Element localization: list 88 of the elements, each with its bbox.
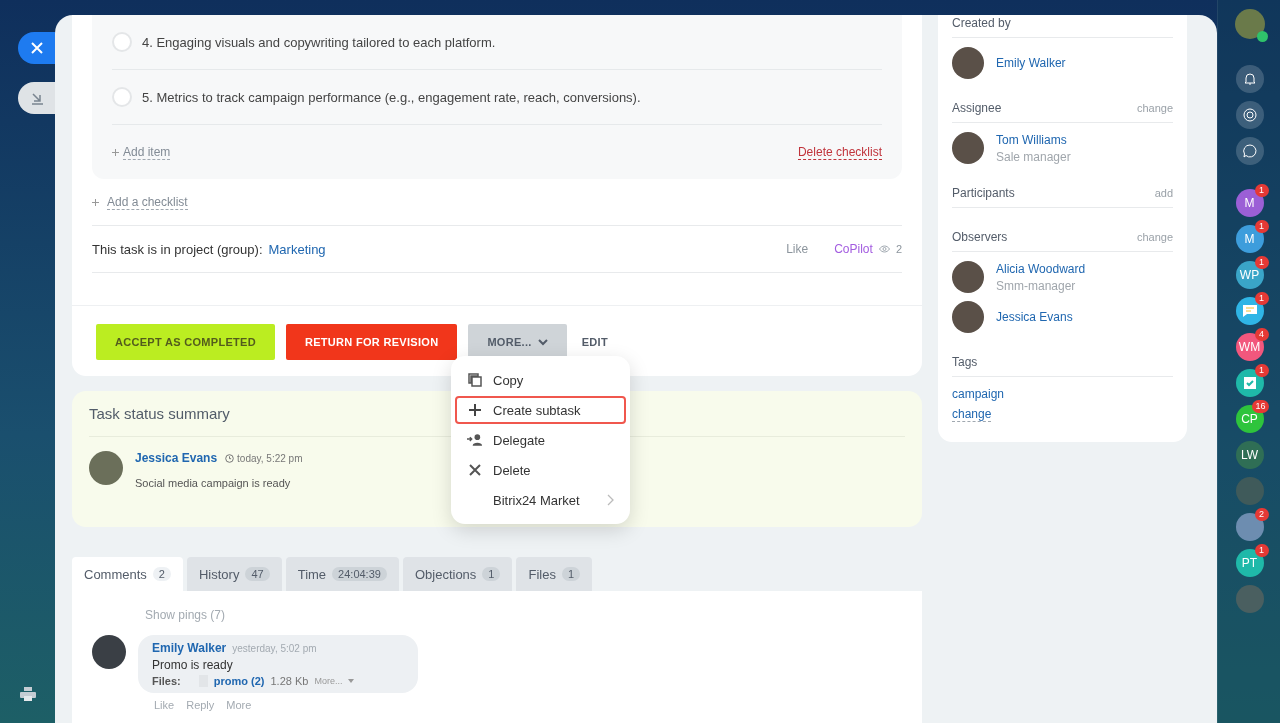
tab[interactable]: Comments 2 [72,557,183,591]
section-title: Tags [952,355,978,369]
comment-author[interactable]: Emily Walker [152,641,227,655]
avatar[interactable] [1235,513,1264,541]
tab-count: 24:04:39 [332,567,387,581]
return-button[interactable]: RETURN FOR REVISION [285,324,458,360]
checklist-checkbox[interactable] [112,32,132,52]
delete-checklist-link[interactable]: Delete checklist [797,144,882,160]
section-title: Created by [952,16,1011,30]
copilot-link[interactable]: CoPilot [834,242,873,256]
edit-button[interactable]: EDIT [577,324,612,360]
delegate-icon [467,433,483,447]
plus-icon [468,403,482,417]
summary-text: Social media campaign is ready [135,477,292,489]
eye-icon [878,245,890,253]
tab[interactable]: Files 1 [516,557,593,591]
close-button[interactable] [18,32,55,64]
menu-item[interactable]: Copy [455,366,626,394]
user-avatar[interactable] [1234,9,1265,39]
section-title: Participants [952,186,1015,200]
plus-icon [92,198,99,206]
tab-count: 1 [561,567,581,581]
section-action-link[interactable]: change [1136,231,1173,243]
tab-count: 47 [245,567,270,581]
add-checklist-link[interactable]: Add a checklist [107,194,188,210]
task-avatar[interactable] [1235,369,1264,397]
avatar [952,261,984,293]
project-link[interactable]: Marketing [268,241,326,257]
minimize-icon [29,91,44,105]
person-link[interactable]: Jessica Evans [996,310,1073,324]
section-title: Assignee [952,101,1002,115]
file-size: 1.28 Kb [270,675,309,687]
chevron-right-icon [607,494,614,506]
unread-badge: 16 [1252,400,1269,413]
section-action-link[interactable]: add [1154,187,1173,199]
clock-icon [225,453,235,463]
files-label: Files: [152,675,181,687]
person-link[interactable]: Emily Walker [996,56,1066,70]
tab-count: 1 [482,567,501,581]
person-link[interactable]: Tom Williams [996,132,1071,147]
file-link[interactable]: promo (2) [213,675,265,687]
avatar [952,47,984,79]
tab-count: 2 [152,567,171,581]
caret-icon [537,338,548,346]
copy-icon [468,373,482,387]
project-label: This task is in project (group): [92,241,263,257]
summary-time: today, 5:22 pm [237,452,303,464]
chat-bubble-icon [1241,304,1258,318]
section-action-link[interactable]: change [1136,102,1173,114]
menu-item[interactable]: Delete [455,456,626,484]
more-files-link[interactable]: More... [314,676,343,686]
checklist-checkbox[interactable] [112,87,132,107]
like-link[interactable]: Like [786,242,809,256]
tab[interactable]: Time 24:04:39 [285,557,399,591]
change-tags-link[interactable]: change [952,407,992,422]
checklist-item: 5. Metrics to track campaign performance (e.g., engagement rate, reach, conversions). [142,89,641,105]
avatar [952,132,984,164]
accept-button[interactable]: ACCEPT AS COMPLETED [96,324,275,360]
minimize-button[interactable] [18,82,55,114]
contact-avatar[interactable]: LW [1235,441,1264,469]
printer-icon[interactable] [19,687,36,701]
plus-icon [112,149,119,156]
chat-avatar[interactable] [1235,297,1264,325]
close-icon [30,42,43,54]
add-item-link[interactable]: Add item [123,145,171,160]
online-status-icon [1256,31,1268,42]
person-link[interactable]: Alicia Woodward [996,261,1086,276]
comment-time: yesterday, 5:02 pm [232,643,317,654]
tab[interactable]: History 47 [187,557,282,591]
section-title: Observers [952,230,1008,244]
author-link[interactable]: Jessica Evans [135,451,218,465]
bell-icon[interactable] [1235,65,1264,93]
caret-icon [348,679,355,683]
menu-item[interactable]: Bitrix24 Market [455,486,626,514]
person-role: Smm-manager [996,278,1077,293]
person-role: Sale manager [996,149,1071,164]
views-count: 2 [895,243,902,255]
avatar [92,635,126,669]
checkbox-icon [1242,376,1257,390]
tag-link[interactable]: campaign [952,387,1173,401]
avatar [89,451,123,485]
avatar [952,301,984,333]
menu-item[interactable]: Create subtask [455,396,626,424]
comment-text: Promo is ready [152,658,234,672]
tab[interactable]: Objections 1 [402,557,513,591]
chat-icon[interactable] [1235,137,1264,165]
close-icon [469,464,481,476]
checklist-item: 4. Engaging visuals and copywriting tailored to each platform. [142,34,496,50]
